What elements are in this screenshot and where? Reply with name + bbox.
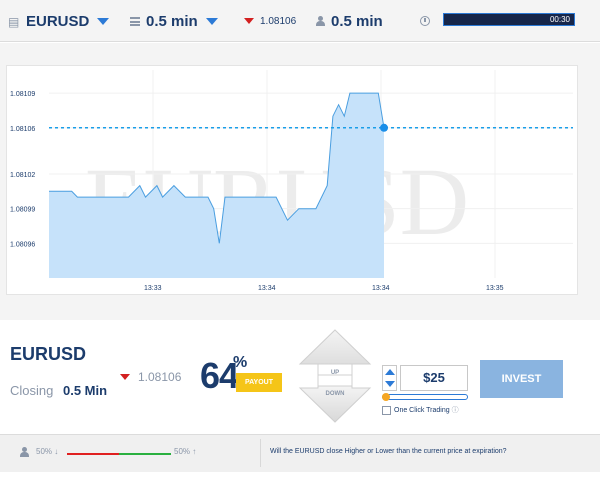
amount-input[interactable]: $25 [400, 365, 468, 391]
timer-label: 0.5 min [316, 0, 383, 42]
y-tick-label: 1.08096 [10, 241, 35, 248]
closing-info: Closing 0.5 Min [10, 383, 107, 398]
bottom-bar: 50% ↓ 50% ↑ Will the EURUSD close Higher… [0, 434, 600, 472]
payout: 64 % PAYOUT [200, 354, 282, 394]
sentiment-bar-higher [119, 453, 171, 455]
trade-panel: EURUSD Closing 0.5 Min 1.08106 64 % PAYO… [0, 320, 600, 434]
up-down-selector: UP DOWN [298, 328, 372, 424]
divider [260, 439, 261, 467]
expiry-selector-label: 0.5 min [146, 12, 198, 30]
down-label[interactable]: DOWN [298, 391, 372, 397]
amount-slider[interactable] [382, 393, 468, 401]
sentiment-higher: 50% ↑ [174, 447, 196, 456]
closing-value: 0.5 Min [62, 383, 108, 398]
slider-knob[interactable] [382, 393, 390, 401]
person-icon [316, 16, 325, 26]
asset-selector[interactable]: ▤ EURUSD [8, 0, 110, 42]
panel-price-value: 1.08106 [138, 370, 182, 384]
expiry-selector[interactable]: 0.5 min [130, 0, 218, 42]
invest-button[interactable]: INVEST [480, 360, 563, 398]
info-icon[interactable]: ⓘ [452, 405, 459, 415]
x-tick-label: 13:33 [144, 285, 162, 292]
chart-area: EURUSD1.081091.081061.081021.080991.0809… [0, 43, 600, 320]
panel-asset-name: EURUSD [10, 344, 87, 364]
sentiment-lower: 50% ↓ [36, 447, 58, 456]
panel-price: 1.08106 [120, 370, 181, 384]
sentiment-icon-wrap [20, 447, 35, 457]
top-bar: ▤ EURUSD 0.5 min 1.08106 0.5 min 00:30 [0, 0, 600, 42]
sentiment-lower-pct: 50% [36, 447, 53, 456]
current-price-indicator: 1.08106 [244, 0, 296, 42]
up-label[interactable]: UP [298, 370, 372, 376]
sentiment-bar-lower [67, 453, 119, 455]
price-chart[interactable]: EURUSD1.081091.081061.081021.080991.0809… [6, 65, 578, 295]
x-tick-label: 13:34 [258, 285, 276, 292]
list-icon: ▤ [8, 14, 20, 29]
expiration-question: Will the EURUSD close Higher or Lower th… [270, 448, 507, 455]
countdown-text: 00:30 [549, 15, 570, 24]
stepper-down-icon[interactable] [385, 381, 395, 387]
clock-icon [420, 16, 430, 26]
y-tick-label: 1.08109 [10, 91, 35, 98]
down-arrow-icon [120, 374, 130, 380]
chevron-down-icon [205, 17, 218, 25]
up-down-arrows [298, 329, 372, 423]
asset-selector-label: EURUSD [26, 12, 90, 30]
y-tick-label: 1.08102 [10, 172, 35, 179]
payout-badge: PAYOUT [236, 373, 282, 392]
payout-percent: % [233, 354, 248, 371]
person-icon [20, 447, 29, 457]
current-price-point [380, 123, 388, 132]
one-click-label[interactable]: One Click Trading [394, 407, 450, 414]
clock [420, 0, 430, 42]
x-tick-label: 13:35 [486, 285, 504, 292]
one-click-checkbox[interactable] [382, 405, 391, 415]
stepper-up-icon[interactable] [385, 369, 395, 375]
sentiment-higher-pct: 50% [174, 447, 191, 456]
down-arrow-icon [244, 18, 254, 24]
current-price-value: 1.08106 [260, 15, 297, 27]
closing-label: Closing [10, 383, 54, 398]
sentiment-higher-arrow: ↑ [192, 447, 197, 456]
bars-icon [130, 16, 140, 26]
x-tick-label: 13:34 [372, 285, 390, 292]
chevron-down-icon [97, 17, 110, 25]
countdown-progress-bar: 00:30 [443, 13, 575, 26]
sentiment-lower-arrow: ↓ [54, 447, 59, 456]
y-tick-label: 1.08099 [10, 207, 35, 214]
one-click-trading: One Click Trading ⓘ [382, 405, 459, 415]
amount-stepper[interactable] [382, 365, 397, 391]
timer-label-value: 0.5 min [331, 12, 383, 30]
price-chart-svg: EURUSD1.081091.081061.081021.080991.0809… [10, 70, 573, 292]
y-tick-label: 1.08106 [10, 126, 35, 133]
